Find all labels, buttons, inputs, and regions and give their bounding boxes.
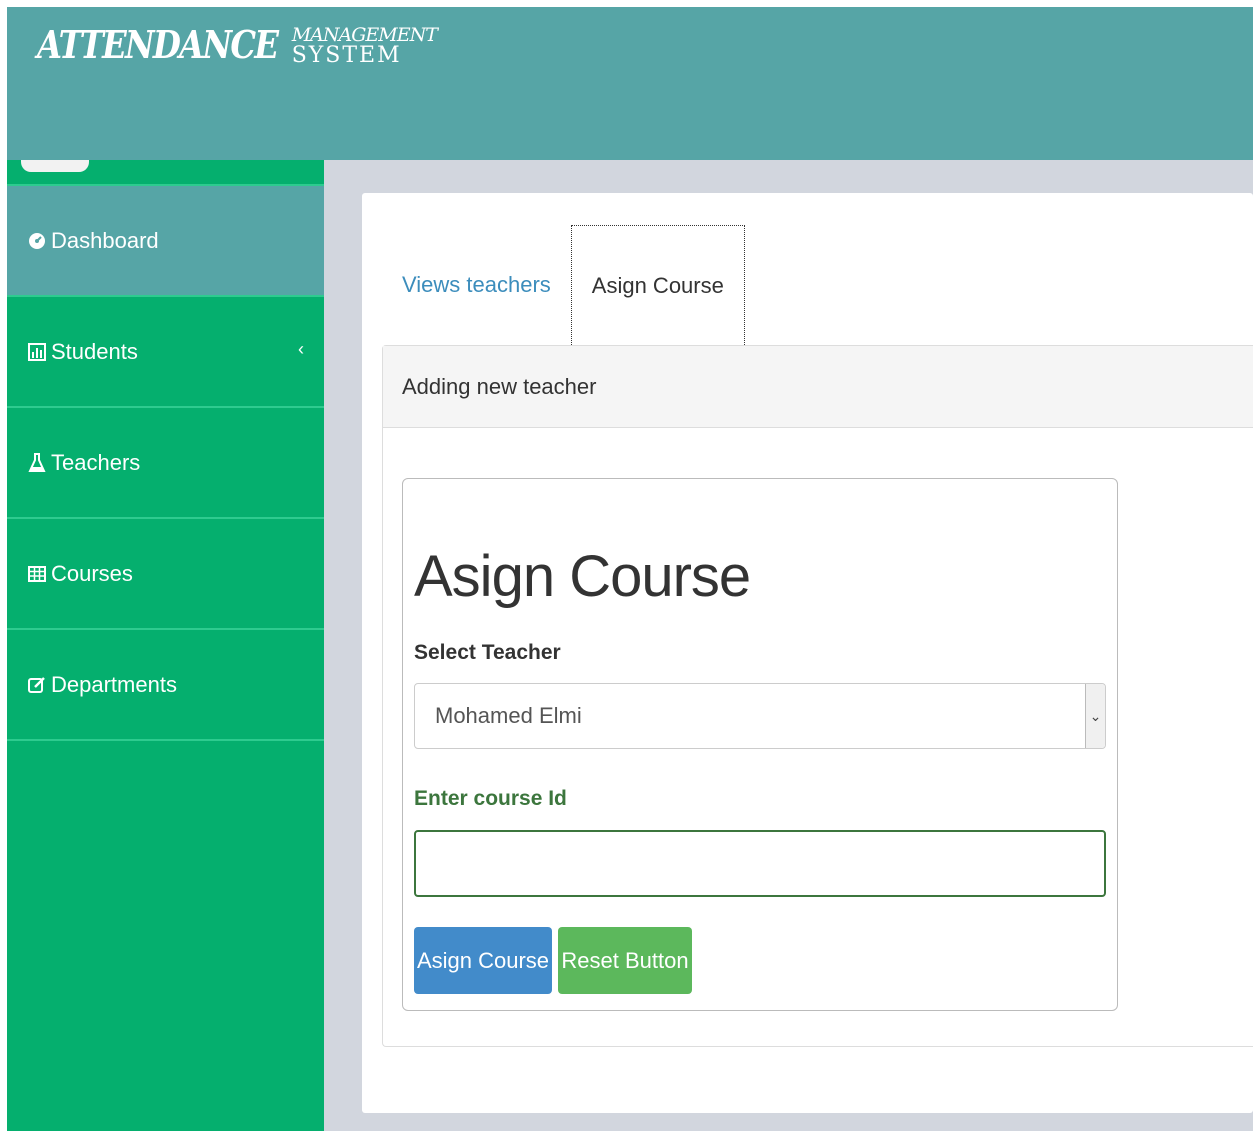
user-panel — [7, 160, 324, 186]
asign-course-button[interactable]: Asign Course — [414, 927, 552, 994]
panel-heading: Adding new teacher — [383, 346, 1253, 428]
sidebar: Dashboard Students ‹ Teachers Courses De… — [7, 160, 324, 1131]
sidebar-item-label: Teachers — [51, 449, 141, 475]
form-panel: Adding new teacher Asign Course Select T… — [382, 345, 1253, 1047]
teacher-select[interactable]: Mohamed Elmi ⌄ — [414, 683, 1106, 749]
edit-icon — [27, 676, 47, 694]
bar-chart-icon — [27, 342, 47, 361]
sidebar-item-students[interactable]: Students ‹ — [7, 297, 324, 408]
sidebar-item-label: Departments — [51, 671, 177, 697]
sidebar-item-dashboard[interactable]: Dashboard — [7, 186, 324, 297]
chevron-down-icon[interactable]: ⌄ — [1085, 684, 1105, 748]
sidebar-item-courses[interactable]: Courses — [7, 519, 324, 630]
sidebar-item-label: Courses — [51, 560, 133, 586]
course-id-label: Enter course Id — [414, 787, 567, 810]
avatar — [21, 160, 89, 172]
tab-views-teachers[interactable]: Views teachers — [382, 225, 571, 345]
course-id-input[interactable] — [414, 830, 1106, 897]
logo-bottom-text: SYSTEM — [291, 43, 402, 68]
reset-button[interactable]: Reset Button — [558, 927, 692, 994]
sidebar-item-teachers[interactable]: Teachers — [7, 408, 324, 519]
sidebar-item-label: Students — [51, 338, 138, 364]
assign-course-form: Asign Course Select Teacher Mohamed Elmi… — [402, 478, 1118, 1011]
teacher-select-value: Mohamed Elmi — [435, 703, 582, 728]
form-title: Asign Course — [414, 544, 751, 609]
dashboard-icon — [27, 232, 47, 250]
top-header: ATTENDANCE MANAGEMENT SYSTEM — [7, 7, 1253, 160]
flask-icon — [27, 452, 47, 473]
table-icon — [27, 565, 47, 582]
chevron-left-icon[interactable]: ‹ — [298, 339, 304, 360]
logo-top-text: MANAGEMENT — [291, 24, 438, 46]
tab-asign-course[interactable]: Asign Course — [570, 225, 745, 345]
sidebar-item-departments[interactable]: Departments — [7, 630, 324, 741]
content-box: Views teachers Asign Course Adding new t… — [362, 193, 1253, 1113]
app-frame: ATTENDANCE MANAGEMENT SYSTEM Dashboard S… — [7, 7, 1253, 1131]
logo-main-text: ATTENDANCE — [37, 22, 279, 67]
app-logo[interactable]: ATTENDANCE MANAGEMENT SYSTEM — [37, 22, 438, 68]
select-teacher-label: Select Teacher — [414, 641, 561, 664]
tab-bar: Views teachers Asign Course — [382, 225, 745, 345]
sidebar-item-label: Dashboard — [51, 227, 159, 253]
